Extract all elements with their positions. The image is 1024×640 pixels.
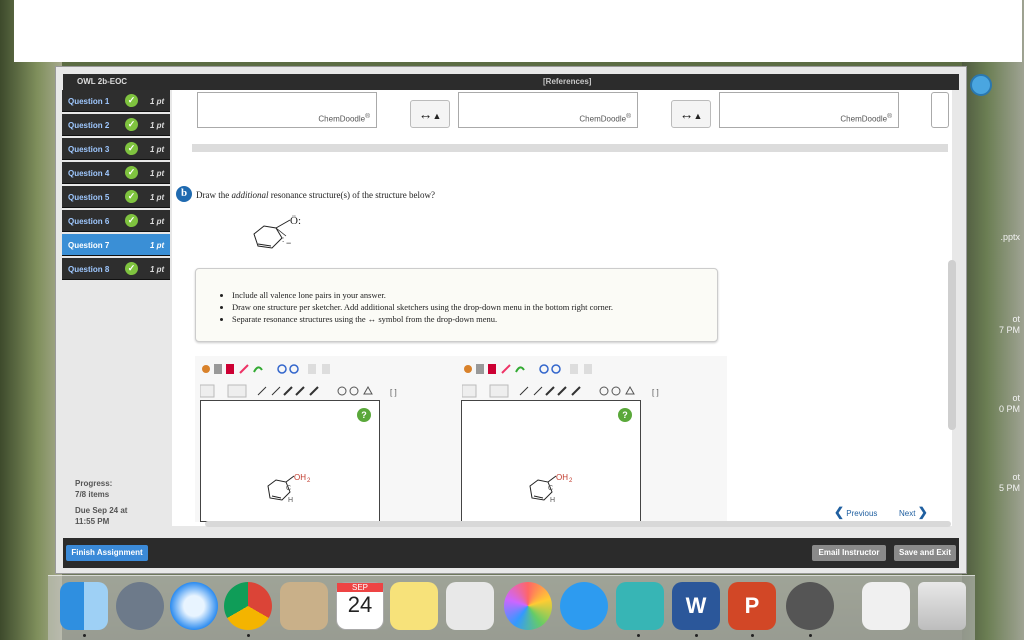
checkmark-icon: ✓: [125, 94, 138, 107]
owl-header-bar: OWL 2b-EOC [References]: [63, 74, 959, 90]
question-prompt: Draw the additional resonance structure(…: [196, 190, 435, 200]
sidebar-item-question-2[interactable]: Question 2 ✓ 1 pt: [62, 114, 170, 136]
sketched-structure-2[interactable]: OH 2 C H: [524, 462, 584, 506]
vertical-scrollbar[interactable]: [948, 260, 956, 430]
sketcher-tool-icons[interactable]: [462, 362, 602, 376]
desktop-file-label[interactable]: .pptx: [1000, 232, 1020, 243]
svg-text:OH: OH: [294, 473, 306, 482]
desktop-file-label[interactable]: ot 5 PM: [999, 472, 1020, 494]
sidebar-item-question-3[interactable]: Question 3 ✓ 1 pt: [62, 138, 170, 160]
safari-icon[interactable]: [170, 582, 218, 630]
sketcher-bond-icons[interactable]: [ ]: [461, 384, 672, 398]
word-icon[interactable]: W: [672, 582, 720, 630]
given-structure: Ö: : −: [253, 215, 301, 249]
finish-assignment-button[interactable]: Finish Assignment: [66, 545, 148, 561]
sidebar-item-question-1[interactable]: Question 1 ✓ 1 pt: [62, 90, 170, 112]
system-preferences-icon[interactable]: [786, 582, 834, 630]
photos-icon[interactable]: [504, 582, 552, 630]
part-b-badge: b: [176, 186, 192, 202]
sketcher-tool-icons[interactable]: [200, 362, 340, 376]
svg-text:[ ]: [ ]: [390, 388, 397, 397]
document-stack-icon[interactable]: [862, 582, 910, 630]
notes-icon[interactable]: [390, 582, 438, 630]
question-sidebar: Question 1 ✓ 1 pt Question 2 ✓ 1 pt Question…: [62, 90, 170, 282]
help-headset-icon[interactable]: [970, 74, 992, 96]
chrome-icon[interactable]: [224, 582, 272, 630]
sketched-structure-1[interactable]: OH 2 C H: [262, 462, 322, 506]
browser-top-area: [14, 0, 1022, 62]
svg-text:2: 2: [569, 478, 573, 484]
svg-text::: :: [282, 235, 284, 244]
progress-info: Progress: 7/8 items Due Sep 24 at 11:55 …: [75, 479, 128, 526]
sketcher-toolbar[interactable]: [462, 362, 602, 376]
sidebar-item-question-5[interactable]: Question 5 ✓ 1 pt: [62, 186, 170, 208]
instruction-item: Include all valence lone pairs in your a…: [232, 289, 613, 301]
sketcher-answer-1[interactable]: ChemDoodle®: [197, 92, 377, 128]
checkmark-icon: ✓: [125, 190, 138, 203]
sketcher-toolbar[interactable]: [ ]: [199, 384, 410, 398]
desktop-file-label[interactable]: ot 7 PM: [999, 314, 1020, 336]
desktop-left-edge: [0, 0, 62, 640]
finder-icon[interactable]: [60, 582, 108, 630]
resonance-arrow-dropdown[interactable]: ↔▲: [671, 100, 711, 128]
assignment-title: OWL 2b-EOC: [77, 77, 128, 86]
mail-icon[interactable]: [280, 582, 328, 630]
trash-icon[interactable]: [918, 582, 966, 630]
references-link[interactable]: [References]: [543, 77, 591, 86]
running-indicator: [695, 634, 698, 637]
previous-button[interactable]: ❮ Previous: [834, 505, 877, 519]
next-button[interactable]: Next ❯: [899, 505, 928, 519]
checkmark-icon: ✓: [125, 118, 138, 131]
photo-booth-icon[interactable]: [446, 582, 494, 630]
svg-text:H: H: [550, 497, 555, 504]
horizontal-scrollbar[interactable]: [205, 521, 951, 527]
sketcher-help-icon[interactable]: ?: [618, 408, 632, 422]
divider: [192, 144, 948, 152]
running-indicator: [83, 634, 86, 637]
resonance-arrow-dropdown[interactable]: ↔▲: [410, 100, 450, 128]
svg-text:H: H: [288, 497, 293, 504]
sketcher-answer-3[interactable]: ChemDoodle®: [719, 92, 899, 128]
email-instructor-button[interactable]: Email Instructor: [812, 545, 886, 561]
sketcher-help-icon[interactable]: ?: [357, 408, 371, 422]
sidebar-item-question-4[interactable]: Question 4 ✓ 1 pt: [62, 162, 170, 184]
svg-text:C: C: [286, 485, 291, 492]
running-indicator: [751, 634, 754, 637]
checkmark-icon: ✓: [125, 142, 138, 155]
checkmark-icon: ✓: [125, 166, 138, 179]
running-indicator: [809, 634, 812, 637]
instruction-item: Draw one structure per sketcher. Add add…: [232, 301, 613, 313]
svg-text:[ ]: [ ]: [652, 388, 659, 397]
sketcher-toolbar[interactable]: [ ]: [461, 384, 672, 398]
svg-text:OH: OH: [556, 473, 568, 482]
calendar-icon[interactable]: SEP 24: [336, 582, 384, 630]
running-indicator: [637, 634, 640, 637]
desktop-file-label[interactable]: ot 0 PM: [999, 393, 1020, 415]
svg-text:−: −: [286, 238, 291, 248]
maps-icon[interactable]: [616, 582, 664, 630]
svg-text:C: C: [548, 485, 553, 492]
launchpad-icon[interactable]: [116, 582, 164, 630]
svg-text:Ö:: Ö:: [290, 215, 301, 227]
checkmark-icon: ✓: [125, 262, 138, 275]
sketcher-toolbar[interactable]: [200, 362, 340, 376]
sketcher-answer-4[interactable]: [931, 92, 949, 128]
svg-text:2: 2: [307, 478, 311, 484]
sketcher-bond-icons[interactable]: [ ]: [199, 384, 410, 398]
sidebar-item-question-6[interactable]: Question 6 ✓ 1 pt: [62, 210, 170, 232]
instructions-box: Include all valence lone pairs in your a…: [195, 268, 718, 342]
powerpoint-icon[interactable]: P: [728, 582, 776, 630]
sidebar-item-question-7[interactable]: Question 71 pt: [62, 234, 170, 256]
save-and-exit-button[interactable]: Save and Exit: [894, 545, 956, 561]
app-store-icon[interactable]: [560, 582, 608, 630]
running-indicator: [247, 634, 250, 637]
instruction-item: Separate resonance structures using the …: [232, 313, 613, 325]
checkmark-icon: ✓: [125, 214, 138, 227]
sidebar-item-question-8[interactable]: Question 8 ✓ 1 pt: [62, 258, 170, 280]
sketcher-answer-2[interactable]: ChemDoodle®: [458, 92, 638, 128]
